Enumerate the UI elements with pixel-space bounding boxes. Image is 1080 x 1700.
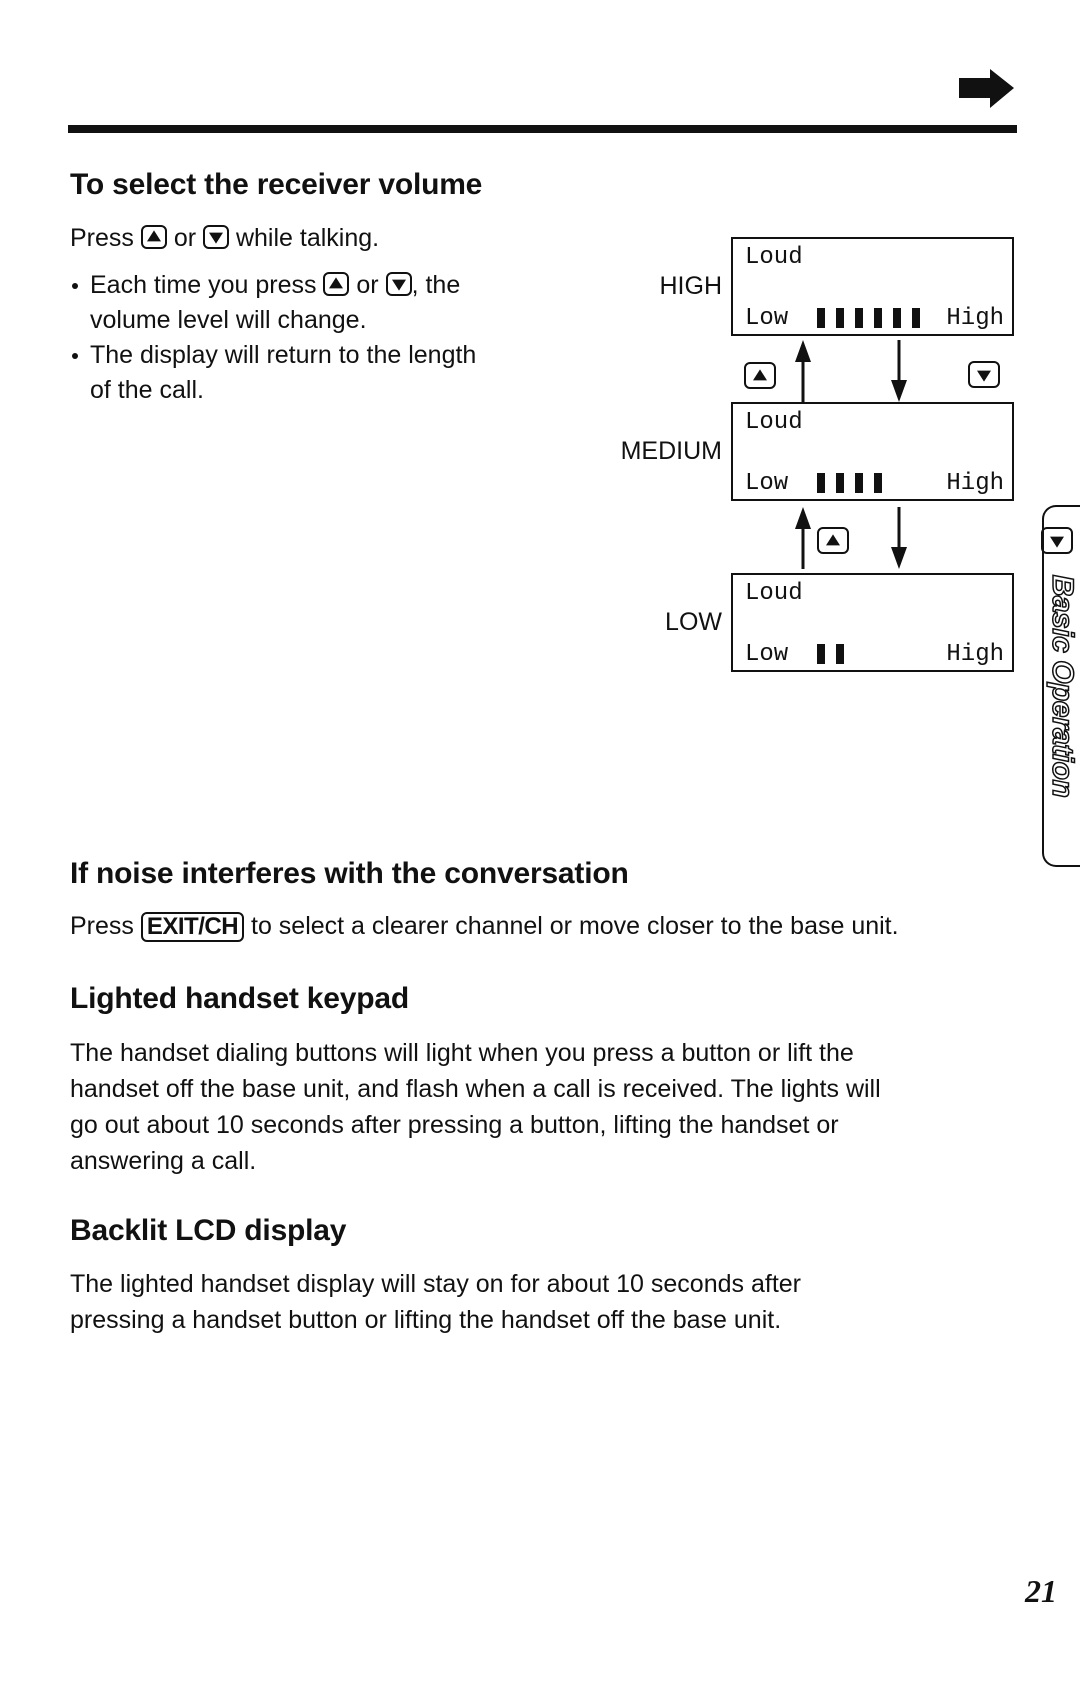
press-or: or xyxy=(173,224,197,252)
lcd-loud-text: Loud xyxy=(745,409,803,436)
keypad-paragraph: The handset dialing buttons will light w… xyxy=(70,1035,881,1179)
down-arrow-icon xyxy=(891,340,907,402)
volume-bar xyxy=(874,308,882,328)
bullet-item: Each time you press or , the volume leve… xyxy=(70,268,476,338)
volume-bar xyxy=(836,473,844,493)
noise-instruction: Press EXIT/CH to select a clearer channe… xyxy=(70,908,899,944)
volume-up-key-icon xyxy=(140,225,167,249)
lcd-high-label: High xyxy=(946,470,1004,497)
up-arrow-icon xyxy=(795,340,811,402)
level-label-low: LOW xyxy=(665,608,722,636)
volume-bar xyxy=(817,473,825,493)
press-instruction: Press or while talking. xyxy=(70,220,379,256)
bullet-text: , the xyxy=(411,271,461,299)
bullet-text: or xyxy=(356,271,379,299)
volume-bars xyxy=(817,473,882,493)
paragraph-line: go out about 10 seconds after pressing a… xyxy=(70,1111,839,1139)
side-tab-label: Basic Operation xyxy=(1045,574,1080,798)
bullet-text: of the call. xyxy=(90,376,204,404)
lcd-low-label: Low xyxy=(745,305,789,332)
volume-bars xyxy=(817,644,844,664)
press-prefix: Press xyxy=(70,912,134,940)
paragraph-line: The lighted handset display will stay on… xyxy=(70,1270,801,1298)
volume-bar xyxy=(855,473,863,493)
press-suffix: while talking. xyxy=(235,224,380,252)
bullet-dot xyxy=(72,353,78,359)
lcd-high-label: High xyxy=(946,305,1004,332)
volume-bar xyxy=(912,308,920,328)
volume-bar xyxy=(855,308,863,328)
paragraph-line: pressing a handset button or lifting the… xyxy=(70,1306,782,1334)
volume-diagram: HIGH Loud Low High MEDIUM Loud Low High … xyxy=(0,0,1080,672)
bullet-text: The display will return to the length xyxy=(90,341,477,369)
lcd-display-medium: Loud Low High xyxy=(731,402,1014,501)
volume-bar xyxy=(893,308,901,328)
volume-bar xyxy=(836,308,844,328)
volume-up-key-icon xyxy=(744,362,776,389)
bullet-text: volume level will change. xyxy=(90,306,367,334)
page-number: 21 xyxy=(1025,1573,1057,1609)
level-label-high: HIGH xyxy=(659,272,723,300)
paragraph-line: answering a call. xyxy=(70,1147,257,1175)
paragraph-line: The handset dialing buttons will light w… xyxy=(70,1039,854,1067)
section-title-backlit: Backlit LCD display xyxy=(70,1214,347,1247)
lcd-display-low: Loud Low High xyxy=(731,573,1014,672)
press-prefix: Press xyxy=(70,224,134,252)
backlit-paragraph: The lighted handset display will stay on… xyxy=(70,1266,801,1338)
lcd-display-high: Loud Low High xyxy=(731,237,1014,336)
header-rule xyxy=(68,125,1017,133)
volume-bars xyxy=(817,308,920,328)
exit-ch-key: EXIT/CH xyxy=(140,912,245,942)
section-title-keypad: Lighted handset keypad xyxy=(70,982,409,1015)
volume-down-key-icon xyxy=(968,361,1001,388)
volume-up-key-icon xyxy=(816,527,849,554)
bullet-list: Each time you press or , the volume leve… xyxy=(70,268,476,408)
up-arrow-icon xyxy=(795,507,811,569)
level-label-medium: MEDIUM xyxy=(620,437,722,465)
volume-up-key-icon xyxy=(323,272,350,296)
volume-bar xyxy=(817,644,825,664)
bullet-text: Each time you press xyxy=(90,271,317,299)
right-arrow-icon xyxy=(959,69,1014,108)
volume-bar xyxy=(874,473,882,493)
down-arrow-icon xyxy=(891,507,907,569)
lcd-loud-text: Loud xyxy=(745,244,803,271)
lcd-loud-text: Loud xyxy=(745,580,803,607)
volume-bar xyxy=(836,644,844,664)
volume-bar xyxy=(817,308,825,328)
bullet-dot xyxy=(72,283,78,289)
bullet-item: The display will return to the length of… xyxy=(70,338,476,408)
noise-text: to select a clearer channel or move clos… xyxy=(251,912,899,940)
section-title-receiver-volume: To select the receiver volume xyxy=(70,168,483,201)
lcd-high-label: High xyxy=(946,641,1004,668)
paragraph-line: handset off the base unit, and flash whe… xyxy=(70,1075,881,1103)
section-title-noise: If noise interferes with the conversatio… xyxy=(70,857,629,890)
volume-down-key-icon xyxy=(385,272,412,296)
volume-down-key-icon xyxy=(203,225,229,249)
lcd-low-label: Low xyxy=(745,470,789,497)
lcd-low-label: Low xyxy=(745,641,789,668)
